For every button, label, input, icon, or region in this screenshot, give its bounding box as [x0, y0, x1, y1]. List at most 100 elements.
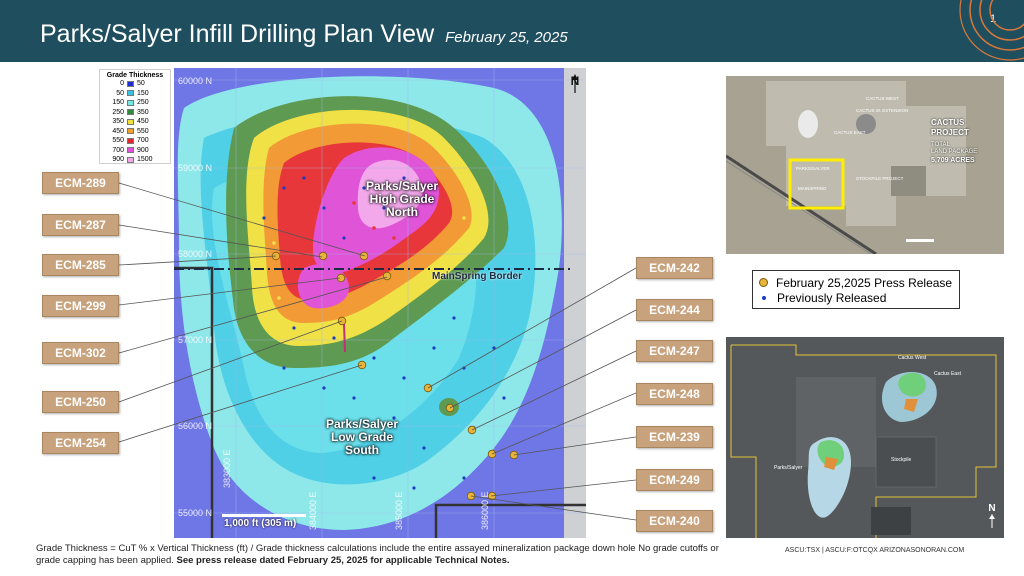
legend-swatch: [127, 99, 134, 106]
legend-swatch: [127, 128, 134, 135]
callout-ecm-249: ECM-249: [636, 469, 713, 491]
legend-row: 150 250: [100, 98, 170, 108]
footer-note-bold: See press release dated February 25, 202…: [176, 555, 510, 566]
legend-range-high: 250: [137, 99, 149, 107]
inset-north-letter: N: [988, 503, 996, 514]
mainspring-border-label: MainSpring Border: [432, 271, 523, 282]
callout-ecm-242: ECM-242: [636, 257, 713, 279]
legend-range-high: 50: [137, 80, 145, 88]
inset-label-cactus-east: CACTUS EAST: [834, 130, 866, 135]
total-land-label: TOTAL LAND PACKAGE: [931, 142, 978, 155]
legend-range-high: 700: [137, 137, 149, 145]
legend-row: 450 550: [100, 127, 170, 137]
inset-label-mainspring: MAINSPRING: [798, 186, 827, 191]
legend-row: 250 350: [100, 108, 170, 118]
decorative-arcs-icon: [959, 0, 1024, 61]
callout-ecm-239: ECM-239: [636, 426, 713, 448]
legend-swatch: [127, 109, 134, 116]
legend-row: 50 150: [100, 89, 170, 99]
grade-legend: Grade Thickness 0 50 50 150 150 250 250 350 350 4…: [99, 69, 171, 164]
drillhole-key: February 25,2025 Press Release Previousl…: [752, 270, 960, 309]
scale-bar-label: 1,000 ft (305 m): [224, 518, 297, 529]
legend-range-low: 50: [116, 89, 124, 97]
legend-range-low: 0: [120, 80, 124, 88]
inset-label-stockpile: STOCKPILE PROJECT: [856, 176, 904, 181]
legend-title: Grade Thickness: [106, 72, 164, 79]
easting-383000: 383000 E: [222, 449, 232, 488]
grade-thickness-map: 60000 N 59000 N 58000 N 57000 N 56000 N …: [174, 68, 586, 538]
northing-57000: 57000 N: [178, 335, 213, 345]
legend-range-low: 350: [112, 118, 124, 126]
callout-ecm-247: ECM-247: [636, 340, 713, 362]
legend-range-high: 450: [137, 118, 149, 126]
callout-ecm-299: ECM-299: [42, 295, 119, 317]
northing-59000: 59000 N: [178, 163, 213, 173]
callout-ecm-248: ECM-248: [636, 383, 713, 405]
callout-ecm-287: ECM-287: [42, 214, 119, 236]
northing-55000: 55000 N: [178, 508, 213, 518]
inset-label-cactus-west: CACTUS WEST: [866, 96, 899, 101]
inset-label-cactus-w-extension: CACTUS W. EXTENSION: [856, 108, 909, 113]
easting-385000: 385000 E: [394, 491, 404, 530]
key-row-press-release: February 25,2025 Press Release: [759, 275, 953, 290]
inset-cactus-west-label: Cactus West: [898, 355, 927, 361]
legend-range-low: 700: [112, 146, 124, 154]
easting-384000: 384000 E: [308, 491, 318, 530]
inset-label-parks-salyer: PARKS/SALYER: [796, 166, 830, 171]
legend-range-low: 450: [112, 127, 124, 135]
legend-swatch: [127, 90, 134, 97]
location-inset-graphic: [726, 76, 1004, 254]
legend-rows: 0 50 50 150 150 250 250 350 350 450 450 550 550 700 70…: [100, 79, 170, 165]
legend-range-high: 150: [137, 89, 149, 97]
legend-range-high: 550: [137, 127, 149, 135]
legend-swatch: [127, 118, 134, 125]
cactus-project-label: CACTUS PROJECT: [931, 118, 969, 137]
callout-ecm-254: ECM-254: [42, 432, 119, 454]
legend-row: 0 50: [100, 79, 170, 89]
legend-swatch: [127, 156, 134, 163]
key-press-release-text: February 25,2025 Press Release: [776, 275, 953, 290]
key-previous-text: Previously Released: [777, 290, 887, 305]
callout-ecm-240: ECM-240: [636, 510, 713, 532]
location-inset-map: CACTUS PROJECT TOTAL LAND PACKAGE 5,709 …: [726, 76, 1004, 254]
northing-60000: 60000 N: [178, 76, 213, 86]
property-inset-graphic: [726, 337, 1004, 538]
title-date: February 25, 2025: [445, 29, 568, 46]
legend-row: 700 900: [100, 146, 170, 156]
legend-swatch: [127, 80, 134, 87]
property-inset-map: Cactus West Cactus East Stockpile Parks/…: [726, 337, 1004, 538]
header-bar: Parks/Salyer Infill Drilling Plan View F…: [0, 0, 1024, 62]
legend-range-low: 250: [112, 108, 124, 116]
north-arrow-icon: N: [567, 74, 583, 93]
key-row-previous: Previously Released: [759, 290, 953, 305]
press-release-dot-icon: [759, 278, 768, 287]
callout-ecm-250: ECM-250: [42, 391, 119, 413]
callout-ecm-302: ECM-302: [42, 342, 119, 364]
legend-range-high: 900: [137, 146, 149, 154]
footer-tickers: ASCU:TSX | ASCU:F:OTCQX ARIZONASONORAN.C…: [785, 547, 965, 554]
callout-ecm-289: ECM-289: [42, 172, 119, 194]
legend-swatch: [127, 137, 134, 144]
legend-range-low: 150: [112, 99, 124, 107]
legend-range-low: 900: [112, 156, 124, 164]
page-title: Parks/Salyer Infill Drilling Plan View F…: [40, 20, 568, 49]
legend-row: 550 700: [100, 136, 170, 146]
callout-ecm-244: ECM-244: [636, 299, 713, 321]
map-contours: [174, 68, 586, 538]
footer-notes: Grade Thickness = CuT % x Vertical Thick…: [36, 543, 736, 567]
legend-row: 900 1500: [100, 155, 170, 165]
title-text: Parks/Salyer Infill Drilling Plan View: [40, 20, 435, 48]
legend-range-low: 550: [112, 137, 124, 145]
low-grade-south-label: Parks/Salyer Low Grade South: [325, 417, 399, 457]
inset-parks-salyer-label: Parks/Salyer: [774, 465, 803, 471]
legend-range-high: 350: [137, 108, 149, 116]
legend-swatch: [127, 147, 134, 154]
acres-label: 5,709 ACRES: [931, 157, 975, 164]
inset-stockpile-label: Stockpile: [891, 457, 912, 463]
high-grade-north-label: Parks/Salyer High Grade North: [365, 179, 439, 219]
previously-released-dot-icon: [762, 295, 766, 300]
inset-north-arrow-icon: N: [984, 503, 1000, 531]
legend-range-high: 1500: [137, 156, 153, 164]
inset-cactus-east-label: Cactus East: [934, 371, 961, 377]
easting-386000: 386000 E: [480, 491, 490, 530]
